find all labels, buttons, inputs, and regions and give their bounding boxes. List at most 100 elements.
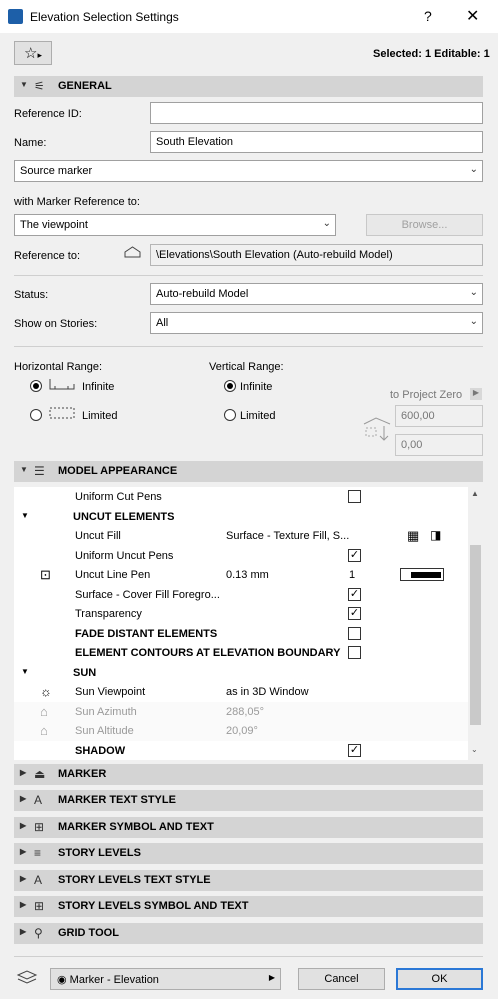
star-icon: ☆ (24, 45, 38, 62)
expand-triangle-icon: ▶ (20, 847, 27, 856)
name-label: Name: (14, 137, 47, 149)
to-project-zero-arrow-icon[interactable]: ▶ (470, 388, 482, 400)
scroll-down-icon[interactable]: ⌄ (471, 745, 478, 754)
source-marker-value: Source marker (20, 165, 93, 177)
symbol-text-icon: ⊞ (34, 820, 45, 834)
reference-id-input[interactable] (150, 102, 483, 124)
bottom-limit-input[interactable]: 0,00 (395, 434, 483, 456)
tree-row-checkbox[interactable]: ✓ (348, 743, 361, 757)
section-label: STORY LEVELS (58, 847, 141, 859)
section-general[interactable]: ▼ ⚟ GENERAL (14, 76, 483, 97)
arrow-right-icon: ▶ (268, 973, 275, 982)
tree-row-checkbox[interactable]: ✓ (348, 587, 361, 601)
marker-reference-dropdown[interactable]: The viewpoint ⌄ (14, 214, 336, 236)
app-icon (8, 9, 23, 24)
pen-color-swatch[interactable] (400, 568, 444, 581)
horizontal-limited-label: Limited (82, 410, 118, 422)
status-dropdown[interactable]: Auto-rebuild Model ⌄ (150, 283, 483, 305)
section-model-appearance[interactable]: ▼ ☰ MODEL APPEARANCE (14, 461, 483, 482)
section-marker-symbol-text[interactable]: ▶ ⊞ MARKER SYMBOL AND TEXT (14, 817, 483, 838)
tree-row-label: SUN (73, 666, 97, 679)
grid-tool-icon: ⚲ (34, 926, 43, 940)
collapse-triangle-icon[interactable]: ▼ (21, 511, 29, 520)
chevron-down-icon: ⌄ (469, 287, 478, 298)
cancel-button[interactable]: Cancel (298, 968, 385, 990)
chevron-down-icon: ⌄ (322, 218, 331, 229)
tree-row-value: 288,05° (226, 705, 265, 718)
tree-row-label: Sun Altitude (75, 725, 134, 737)
tree-row[interactable]: Transparency ✓ (14, 604, 468, 624)
layer-icon (16, 969, 38, 988)
vertical-infinite-radio[interactable] (224, 380, 236, 392)
tree-row[interactable]: Uniform Uncut Pens ✓ (14, 545, 468, 565)
tree-group-row[interactable]: ▼ SUN (14, 662, 468, 682)
eye-icon: ◉ (57, 974, 67, 986)
section-story-levels-symbol-text[interactable]: ▶ ⊞ STORY LEVELS SYMBOL AND TEXT (14, 896, 483, 917)
model-appearance-tree: Uniform Cut Pens ▼ UNCUT ELEMENTS Uncut Fil… (0, 487, 498, 760)
tree-row-checkbox[interactable]: ✓ (348, 548, 361, 562)
tree-row-value: as in 3D Window (226, 686, 309, 698)
show-on-stories-dropdown[interactable]: All ⌄ (150, 312, 483, 334)
general-settings-icon: ⚟ (34, 79, 45, 93)
tree-row-label: Uncut Fill (75, 530, 121, 542)
section-marker[interactable]: ▶ ⏏ MARKER (14, 764, 483, 785)
section-marker-text-style[interactable]: ▶ A MARKER TEXT STYLE (14, 790, 483, 811)
source-marker-dropdown[interactable]: Source marker ⌄ (14, 160, 483, 182)
tree-row[interactable]: Uniform Cut Pens (14, 487, 468, 507)
chevron-down-icon: ⌄ (469, 164, 478, 175)
collapse-triangle-icon: ▼ (20, 80, 28, 89)
fill-icon[interactable]: ▦ (407, 528, 419, 544)
tree-row-label: Surface - Cover Fill Foregro... (75, 588, 220, 601)
ok-button[interactable]: OK (396, 968, 483, 990)
section-grid-tool[interactable]: ▶ ⚲ GRID TOOL (14, 923, 483, 944)
tree-row[interactable]: Uncut Line Pen 0.13 mm 1 ⊡ (14, 565, 468, 585)
section-story-levels-text-style[interactable]: ▶ A STORY LEVELS TEXT STYLE (14, 870, 483, 891)
tree-group-row[interactable]: ▼ UNCUT ELEMENTS (14, 506, 468, 526)
collapse-triangle-icon[interactable]: ▼ (21, 667, 29, 676)
section-label: MARKER TEXT STYLE (58, 794, 176, 806)
tree-row[interactable]: Surface - Cover Fill Foregro... ✓ (14, 584, 468, 604)
scroll-thumb[interactable] (470, 545, 481, 725)
line-pen-icon: ⊡ (40, 567, 51, 582)
tree-row-checkbox[interactable]: ✓ (348, 607, 361, 620)
section-label: MODEL APPEARANCE (58, 465, 178, 477)
reference-to-field: \Elevations\South Elevation (Auto-rebuil… (150, 244, 483, 266)
tree-row-checkbox[interactable] (348, 646, 361, 659)
tree-row[interactable]: ELEMENT CONTOURS AT ELEVATION BOUNDARY (14, 643, 468, 663)
marker-elevation-dropdown[interactable]: ◉ Marker - Elevation ▶ (50, 968, 281, 990)
tree-row-label: SHADOW (75, 744, 126, 757)
tree-row[interactable]: FADE DISTANT ELEMENTS (14, 623, 468, 643)
section-story-levels[interactable]: ▶ ≡ STORY LEVELS (14, 843, 483, 864)
selected-count: Selected: 1 Editable: 1 (373, 48, 490, 60)
horizontal-infinite-radio[interactable] (30, 380, 42, 392)
close-button[interactable]: ✕ (466, 6, 479, 26)
tree-row-label: Uniform Uncut Pens (75, 549, 174, 562)
tree-row[interactable]: Sun Altitude 20,09° ⌂ (14, 721, 468, 741)
section-label: GRID TOOL (58, 927, 119, 939)
tree-row[interactable]: Sun Azimuth 288,05° ⌂ (14, 701, 468, 721)
help-button[interactable]: ? (424, 8, 432, 24)
vertical-limit-icon (362, 412, 392, 445)
browse-button[interactable]: Browse... (366, 214, 483, 236)
marker-icon: ⏏ (34, 767, 46, 781)
tree-row-label: ELEMENT CONTOURS AT ELEVATION BOUNDARY (75, 647, 341, 659)
section-label: MARKER (58, 768, 107, 780)
tree-row-checkbox[interactable] (348, 490, 361, 503)
cube-icon[interactable]: ◨ (430, 528, 441, 542)
tree-row[interactable]: Uncut Fill Surface - Texture Fill, S... ▦ ◨ (14, 526, 468, 546)
scroll-up-icon[interactable]: ▲ (471, 489, 479, 498)
tree-row-checkbox[interactable] (348, 626, 361, 640)
tree-scrollbar[interactable]: ▲ ⌄ (468, 487, 483, 760)
divider (14, 346, 483, 347)
chevron-down-icon: ⌄ (469, 316, 478, 327)
expand-triangle-icon: ▶ (20, 927, 27, 936)
name-input[interactable]: South Elevation (150, 131, 483, 153)
horizontal-limited-radio[interactable] (30, 409, 42, 421)
favorites-button[interactable]: ☆▸ (14, 41, 52, 65)
tree-row-label: UNCUT ELEMENTS (73, 510, 175, 523)
tree-row[interactable]: SHADOW ✓ (14, 740, 468, 760)
marker-reference-label: with Marker Reference to: (14, 196, 140, 208)
vertical-limited-radio[interactable] (224, 409, 236, 421)
top-limit-input[interactable]: 600,00 (395, 405, 483, 427)
tree-row[interactable]: Sun Viewpoint as in 3D Window ☼ (14, 682, 468, 702)
